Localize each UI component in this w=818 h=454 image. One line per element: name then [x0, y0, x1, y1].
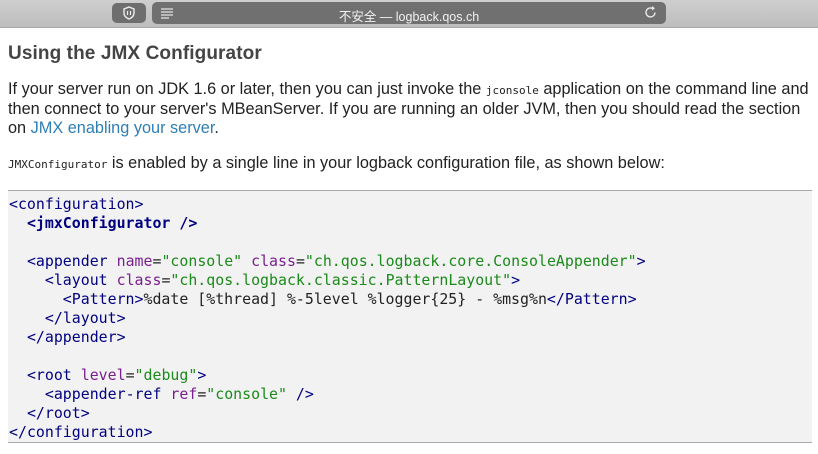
code-line-1: <configuration> [9, 195, 144, 213]
reload-icon[interactable] [643, 5, 658, 20]
code-line-6: <Pattern>%date [%thread] %-5level %logge… [62, 290, 637, 308]
code-line-10: <root level="debug"> [26, 366, 207, 384]
browser-toolbar: 不安全 — logback.qos.ch [0, 0, 818, 28]
section-heading: Using the JMX Configurator [8, 43, 262, 64]
inline-code-jconsole: jconsole [485, 84, 539, 97]
address-text: 不安全 — logback.qos.ch [338, 10, 480, 24]
shield-icon [123, 6, 135, 20]
code-line-11: <appender-ref ref="console" /> [44, 385, 314, 403]
code-line-13: </configuration> [9, 423, 153, 441]
jmxconfigurator-paragraph: JMXConfigurator is enabled by a single l… [8, 154, 665, 172]
code-line-8: </appender> [26, 328, 126, 346]
code-line-7: </layout> [44, 309, 126, 327]
code-line-5: <layout class="ch.qos.logback.classic.Pa… [44, 271, 521, 289]
intro-paragraph: If your server run on JDK 1.6 or later, … [8, 80, 809, 137]
address-bar[interactable]: 不安全 — logback.qos.ch [152, 2, 666, 24]
inline-code-jmxconfigurator: JMXConfigurator [8, 158, 108, 171]
code-line-12: </root> [26, 404, 90, 422]
jmx-enabling-link[interactable]: JMX enabling your server [31, 119, 215, 137]
code-line-4: <appender name="console" class="ch.qos.l… [26, 252, 646, 270]
code-line-2: <jmxConfigurator /> [26, 214, 198, 232]
xml-code-block: <configuration> <jmxConfigurator /> <app… [8, 190, 812, 443]
privacy-shield-button[interactable] [112, 3, 146, 23]
